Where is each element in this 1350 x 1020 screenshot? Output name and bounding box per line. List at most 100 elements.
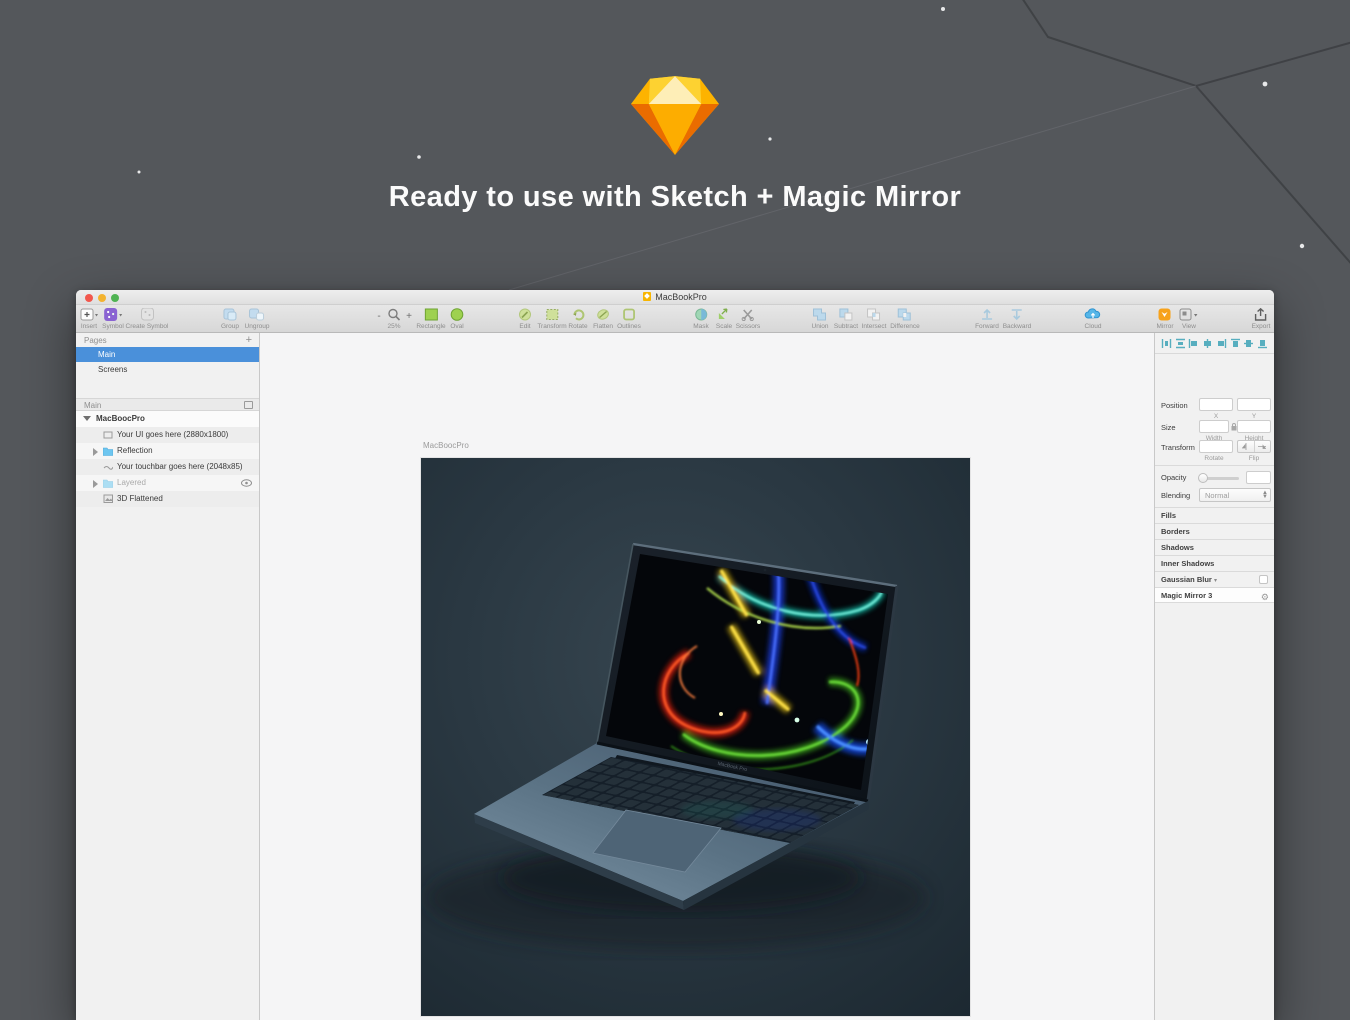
difference-icon [890, 307, 920, 322]
rectangle-layer-icon [103, 430, 113, 440]
rotate-button[interactable]: Rotate [568, 307, 587, 330]
flatten-button[interactable]: Flatten [593, 307, 613, 330]
intersect-button[interactable]: Intersect [862, 307, 887, 330]
view-button[interactable]: View [1179, 307, 1199, 330]
symbol-button[interactable]: Symbol [102, 307, 124, 330]
forward-button[interactable]: Forward [975, 307, 999, 330]
layer-row-reflection[interactable]: Reflection [76, 443, 259, 459]
rotate-sublabel: Rotate [1195, 455, 1233, 462]
align-top-icon[interactable] [1230, 338, 1241, 349]
align-center-horizontal-icon[interactable] [1202, 338, 1213, 349]
cloud-button[interactable]: Cloud [1084, 307, 1102, 330]
magnifier-icon [387, 307, 400, 322]
scale-button[interactable]: Scale [716, 307, 732, 330]
zoom-out-button[interactable]: - [377, 311, 380, 322]
magic-mirror-section[interactable]: Magic Mirror 3 ⚙ [1155, 587, 1274, 603]
intersect-icon [862, 307, 887, 322]
mirror-button[interactable]: Mirror [1157, 307, 1174, 330]
disclosure-right-icon[interactable] [93, 480, 98, 488]
ungroup-icon [245, 307, 270, 322]
difference-button[interactable]: Difference [890, 307, 920, 330]
flip-sublabel: Flip [1237, 455, 1271, 462]
shadows-section[interactable]: Shadows [1155, 539, 1274, 555]
layer-row-ui[interactable]: Your UI goes here (2880x1800) [76, 427, 259, 443]
hero-title: Ready to use with Sketch + Magic Mirror [0, 181, 1350, 214]
backward-button[interactable]: Backward [1003, 307, 1032, 330]
gaussian-blur-label: Gaussian Blur [1161, 575, 1212, 584]
alignment-toolbar [1155, 333, 1274, 354]
rectangle-tool-button[interactable]: Rectangle [416, 307, 445, 330]
cloud-icon [1084, 307, 1102, 322]
transform-label: Transform [1161, 443, 1195, 452]
lock-ratio-icon[interactable] [1231, 423, 1237, 431]
export-button[interactable]: Export [1252, 307, 1271, 330]
add-page-button[interactable]: + [246, 334, 252, 346]
layer-row-layered[interactable]: Layered [76, 475, 259, 491]
position-y-input[interactable] [1237, 398, 1271, 411]
insert-button[interactable]: Insert [80, 307, 98, 330]
stepper-icon: ▲▼ [1262, 491, 1268, 499]
zoom-control[interactable]: 25% [387, 307, 400, 330]
artboard-macbook-render[interactable]: MacBook Pro [421, 458, 970, 1016]
window-title: MacBookPro [76, 292, 1274, 302]
align-bottom-icon[interactable] [1257, 338, 1268, 349]
toolbar: Insert Symbol Create Symbol Group Ungrou… [76, 305, 1274, 333]
fills-section[interactable]: Fills [1155, 507, 1274, 523]
zoom-in-button[interactable]: + [406, 311, 412, 322]
layer-row-touchbar[interactable]: Your touchbar goes here (2048x85) [76, 459, 259, 475]
oval-tool-button[interactable]: Oval [450, 307, 464, 330]
align-left-icon[interactable] [1188, 338, 1199, 349]
disclosure-down-icon[interactable] [83, 416, 91, 421]
borders-section[interactable]: Borders [1155, 523, 1274, 539]
artboard-label[interactable]: MacBoocPro [423, 441, 469, 450]
pages-header: Pages + [76, 333, 259, 347]
ungroup-button[interactable]: Ungroup [245, 307, 270, 330]
artboard-filter-icon[interactable] [244, 401, 253, 409]
flip-vertical-button[interactable] [1254, 441, 1271, 452]
rotate-icon [568, 307, 587, 322]
flatten-icon [593, 307, 613, 322]
height-input[interactable] [1237, 420, 1271, 433]
transform-button[interactable]: Transform [537, 307, 566, 330]
blending-label: Blending [1161, 491, 1190, 500]
magic-mirror-label: Magic Mirror 3 [1161, 591, 1212, 600]
disclosure-right-icon[interactable] [93, 448, 98, 456]
opacity-slider[interactable] [1199, 477, 1239, 480]
scissors-button[interactable]: Scissors [736, 307, 761, 330]
group-button[interactable]: Group [221, 307, 239, 330]
align-middle-vertical-icon[interactable] [1243, 338, 1254, 349]
flip-horizontal-button[interactable] [1238, 441, 1254, 452]
union-button[interactable]: Union [812, 307, 829, 330]
subtract-button[interactable]: Subtract [834, 307, 858, 330]
rotate-input[interactable] [1199, 440, 1233, 453]
align-right-icon[interactable] [1216, 338, 1227, 349]
outlines-button[interactable]: Outlines [617, 307, 641, 330]
distribute-vertically-icon[interactable] [1175, 338, 1186, 349]
position-x-input[interactable] [1199, 398, 1233, 411]
flip-buttons [1237, 440, 1271, 453]
eye-visibility-icon[interactable] [241, 479, 252, 487]
canvas[interactable]: MacBoocPro [260, 333, 1154, 1020]
width-input[interactable] [1199, 420, 1229, 433]
distribute-horizontally-icon[interactable] [1161, 338, 1172, 349]
edit-button[interactable]: Edit [518, 307, 532, 330]
backward-icon [1003, 307, 1032, 322]
inner-shadows-section[interactable]: Inner Shadows [1155, 555, 1274, 571]
blending-select[interactable]: Normal ▲▼ [1199, 488, 1271, 502]
gear-icon[interactable]: ⚙ [1261, 589, 1269, 605]
window-titlebar: MacBookPro [76, 290, 1274, 305]
gaussian-blur-checkbox[interactable] [1259, 575, 1268, 584]
mask-icon [693, 307, 709, 322]
folder-icon [103, 478, 113, 488]
layer-row-artboard[interactable]: MacBoocPro [76, 411, 259, 427]
sidebar-page-screens[interactable]: Screens [76, 362, 259, 377]
sidebar-page-main[interactable]: Main [76, 347, 259, 362]
opacity-slider-knob[interactable] [1198, 473, 1208, 483]
create-symbol-button[interactable]: Create Symbol [126, 307, 169, 330]
scale-icon [716, 307, 732, 322]
position-label: Position [1161, 401, 1188, 410]
opacity-input[interactable] [1246, 471, 1271, 484]
layer-row-3d-flattened[interactable]: 3D Flattened [76, 491, 259, 507]
gaussian-blur-section[interactable]: Gaussian Blur ▾ [1155, 571, 1274, 587]
mask-button[interactable]: Mask [693, 307, 709, 330]
